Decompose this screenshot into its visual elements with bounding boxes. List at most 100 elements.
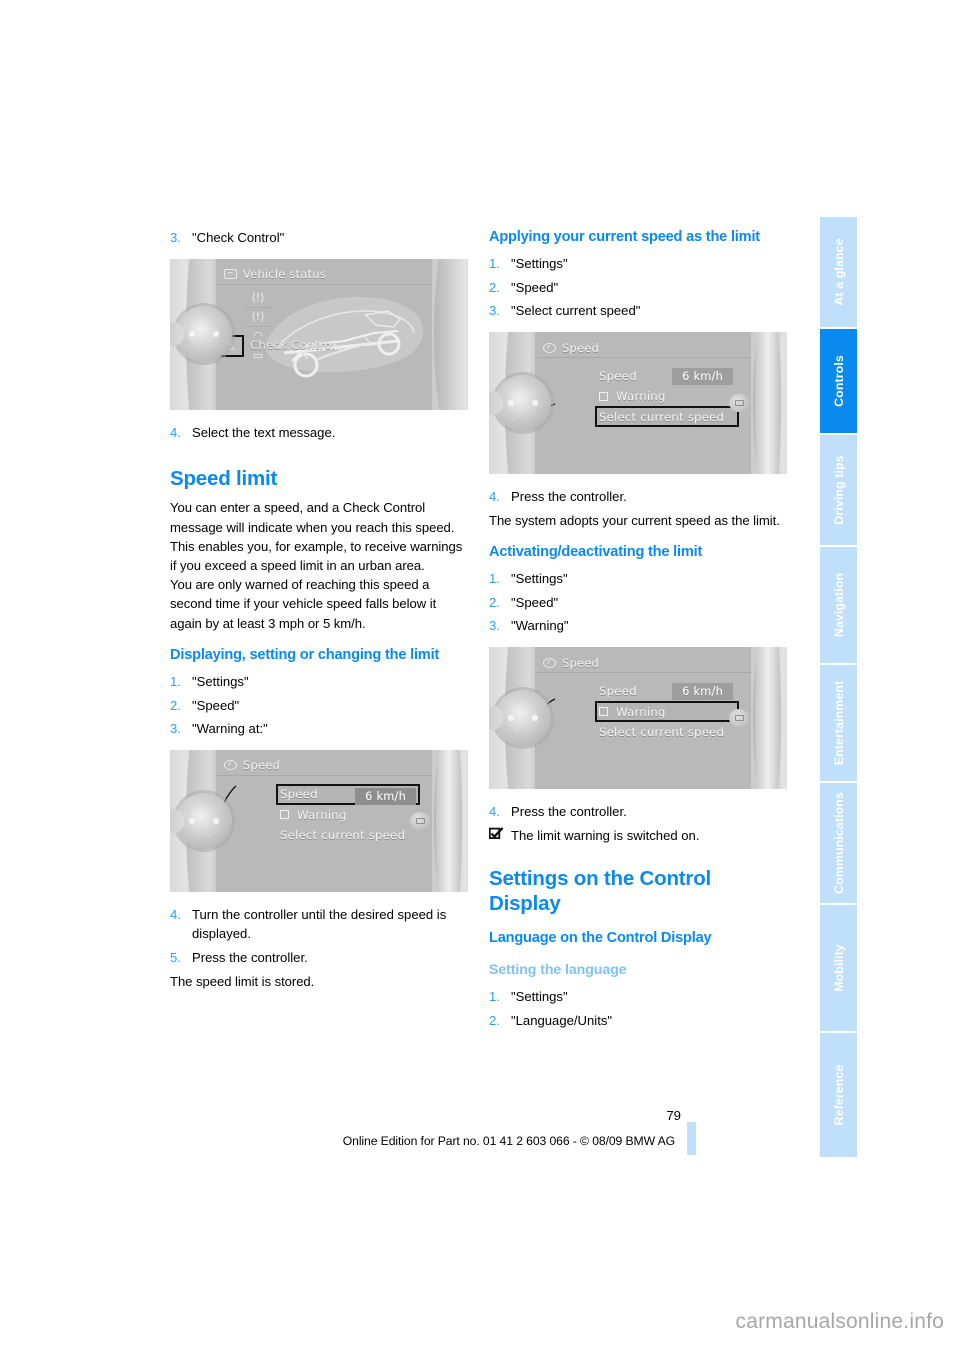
- tab-controls[interactable]: Controls: [820, 329, 857, 435]
- checkbox-icon[interactable]: [599, 707, 608, 717]
- controller-ear: [170, 808, 184, 833]
- speed-value: 6 km/h: [672, 368, 733, 386]
- step-number: 3.: [170, 230, 181, 245]
- tab-driving-tips[interactable]: Driving tips: [820, 435, 857, 547]
- note-text: The limit warning is switched on.: [511, 827, 700, 843]
- dashboard-arc: [434, 258, 468, 410]
- step-text: "Warning": [511, 618, 569, 634]
- intro-paragraph-1: You can enter a speed, and a Check Contr…: [170, 500, 463, 574]
- chapter-tabs: At a glance Controls Driving tips Naviga…: [820, 217, 857, 1157]
- checkbox-icon[interactable]: [599, 391, 608, 401]
- step-number: 1.: [489, 989, 500, 1005]
- step-text: "Language/Units": [511, 1012, 613, 1028]
- speed-value: 6 km/h: [355, 787, 416, 805]
- list-item: 2. "Language/Units": [489, 1011, 787, 1030]
- watermark: carmanualsonline.info: [735, 1310, 944, 1333]
- step-text: "Settings": [192, 673, 249, 689]
- controller-ear: [170, 322, 184, 347]
- screen-title-bar: Speed: [535, 653, 751, 674]
- page-title: Speed limit: [170, 467, 278, 491]
- controller-ear: [489, 391, 503, 416]
- tab-communications[interactable]: Communications: [820, 783, 857, 905]
- checkbox-icon[interactable]: [280, 810, 289, 820]
- step-text: Press the controller.: [192, 949, 308, 965]
- menu-item-speed[interactable]: Speed 6 km/h: [595, 681, 739, 701]
- idrive-controller-knob[interactable]: [170, 792, 232, 849]
- section-heading-language: Language on the Control Display: [489, 930, 712, 947]
- step-number: 1.: [489, 256, 500, 271]
- list-item: 3. "Select current speed": [489, 301, 787, 320]
- idrive-screen: Speed Speed 6 km/h Warning Select curren…: [522, 647, 751, 790]
- menu-item-warning[interactable]: Warning: [276, 805, 420, 825]
- list-item: 2. "Speed": [489, 278, 787, 297]
- screen-title: Speed: [243, 758, 281, 773]
- menu-item-label: Speed: [280, 787, 318, 802]
- tab-at-a-glance[interactable]: At a glance: [820, 217, 857, 329]
- menu-item-select-current-speed[interactable]: Select current speed: [595, 406, 739, 428]
- back-button[interactable]: [410, 811, 430, 830]
- speedometer-icon: [543, 342, 556, 353]
- manual-page: 3. "Check Control" Vehicle status ⟨!⟩ ⟨!…: [0, 0, 960, 1358]
- screen-title-bar: Speed: [216, 756, 432, 776]
- status-icon-strip: ⟨!⟩ ⟨!⟩ ◠ ▭: [244, 289, 272, 365]
- tab-navigation[interactable]: Navigation: [820, 547, 857, 665]
- menu-item-label: Speed: [599, 369, 637, 384]
- menu-item-speed[interactable]: Speed 6 km/h: [276, 783, 420, 805]
- idrive-controller-knob[interactable]: [170, 306, 232, 363]
- steps-after-figure: 4. Turn the controller until the desired…: [170, 905, 468, 967]
- controller-dot: [213, 817, 219, 824]
- vehicle-chassis-illustration: [265, 296, 424, 378]
- step-number: 4.: [170, 424, 181, 440]
- back-button[interactable]: [729, 394, 749, 413]
- tab-entertainment[interactable]: Entertainment: [820, 665, 857, 783]
- tab-label: At a glance: [831, 238, 846, 306]
- screen-menu: Speed 6 km/h Warning Select current spee…: [595, 681, 739, 742]
- controller-dot: [189, 331, 195, 338]
- idrive-controller-knob[interactable]: [489, 690, 551, 747]
- tab-label: Communications: [831, 792, 846, 894]
- controller-dot: [189, 817, 195, 824]
- menu-item-speed[interactable]: Speed 6 km/h: [595, 366, 739, 386]
- tab-label: Navigation: [831, 572, 846, 638]
- tire-pressure-low-icon[interactable]: ⟨!⟩: [244, 308, 272, 327]
- right-column: Applying your current speed as the limit…: [488, 228, 787, 1034]
- step-number: 4.: [170, 906, 181, 922]
- figure-vehicle-status: Vehicle status ⟨!⟩ ⟨!⟩ ◠ ▭ ⚠ Check Contr…: [170, 258, 468, 410]
- step-text: "Settings": [511, 256, 568, 271]
- screen-title: Speed: [562, 340, 600, 355]
- step-text: "Warning at:": [192, 721, 268, 737]
- figure-select-current-speed: Speed Speed 6 km/h Warning Select curren…: [489, 332, 787, 475]
- step-number: 4.: [489, 804, 500, 820]
- tab-mobility[interactable]: Mobility: [820, 905, 857, 1033]
- step-text: Press the controller.: [511, 489, 627, 505]
- dashboard-arc: [436, 749, 462, 892]
- menu-item-select-current-speed[interactable]: Select current speed: [276, 825, 420, 845]
- steps-language: 1. "Settings" 2. "Language/Units": [489, 987, 787, 1030]
- idrive-screen: Speed Speed 6 km/h Warning Select curren…: [203, 749, 432, 892]
- figure-speed-warning-at: Speed Speed 6 km/h Warning Select curren…: [170, 749, 468, 892]
- section-heading-activating: Activating/deactivating the limit: [489, 544, 703, 561]
- step-number: 5.: [170, 949, 181, 965]
- section-title-settings: Settings on the Control Display: [489, 867, 712, 916]
- step-number: 3.: [489, 618, 500, 634]
- tire-pressure-icon[interactable]: ⟨!⟩: [244, 289, 272, 308]
- controller-dot: [532, 715, 538, 722]
- tab-label: Mobility: [831, 944, 846, 992]
- menu-item-warning[interactable]: Warning: [595, 386, 739, 406]
- dashboard-arc: [753, 332, 787, 475]
- menu-item-warning[interactable]: Warning: [595, 701, 739, 723]
- controller-dot: [508, 400, 514, 407]
- controller-dot: [532, 400, 538, 407]
- idrive-controller-knob[interactable]: [489, 375, 551, 432]
- back-button[interactable]: [729, 709, 749, 728]
- menu-item-label: Select current speed: [280, 827, 406, 842]
- tab-reference[interactable]: Reference: [820, 1033, 857, 1157]
- step-number: 1.: [489, 571, 500, 587]
- menu-item-select-current-speed[interactable]: Select current speed: [595, 722, 739, 742]
- page-number: 79: [666, 1108, 681, 1123]
- checkmark-box-icon: [488, 826, 511, 846]
- step-text: "Check Control": [192, 230, 285, 245]
- step-text: "Speed": [511, 594, 559, 610]
- step-number: 1.: [170, 673, 181, 689]
- menu-item-label: Select current speed: [599, 725, 725, 740]
